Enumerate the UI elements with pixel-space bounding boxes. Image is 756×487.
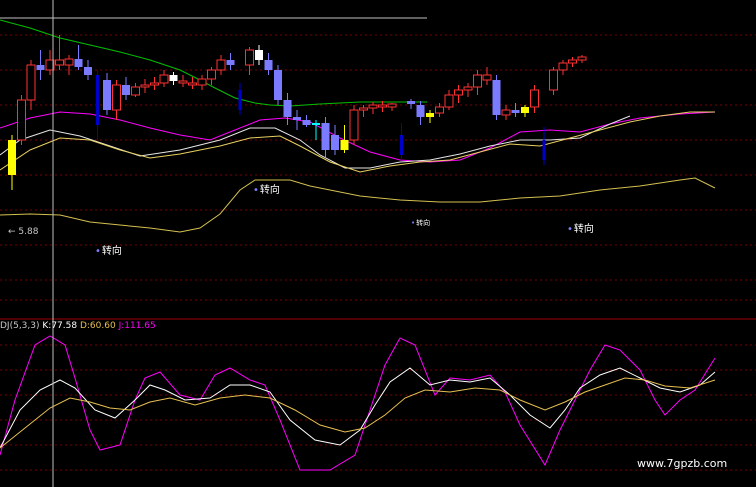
kdj-indicator [0, 335, 716, 471]
candle-body [482, 74, 492, 81]
candle-body [511, 110, 520, 113]
signal-dot-icon: • [567, 224, 573, 235]
candle-body [26, 64, 36, 101]
signal-label: •转向 [95, 246, 122, 257]
candle-body [558, 62, 568, 71]
candle-body [349, 109, 359, 141]
kdj-d-value: D:60.60 [79, 321, 116, 331]
signal-dot-icon: • [95, 246, 101, 257]
watermark: www.7gpzb.com [637, 457, 728, 470]
candle-body [435, 106, 444, 114]
candle-body [36, 65, 45, 70]
kdj-legend: DJ(5,3,3) K:77.58 D:60.60 J:111.65 [0, 321, 156, 331]
candle-body [463, 86, 473, 91]
candle-body [55, 59, 64, 66]
upper-band-line [0, 19, 427, 107]
price-label: ← 5.88 [8, 227, 39, 237]
candle-body [340, 140, 349, 150]
signal-label: •转向 [253, 185, 280, 196]
candle-body [312, 123, 320, 125]
candle-body [64, 58, 74, 66]
candle-body [84, 67, 92, 75]
kdj-d-line [0, 377, 716, 449]
candle-body [264, 60, 273, 70]
candle-body [197, 78, 207, 86]
candle-body [378, 104, 387, 108]
candle-body [542, 140, 546, 160]
candle-body [122, 85, 130, 95]
candle-body [359, 107, 368, 111]
candle-body [400, 135, 403, 155]
candle-body [302, 120, 311, 125]
candle-body [112, 84, 121, 111]
candle-body [283, 100, 292, 117]
kdj-name: DJ(5,3,3) [0, 321, 40, 331]
candle-body [530, 89, 539, 108]
kdj-k-value: K:77.58 [42, 321, 78, 331]
signal-dot-icon: • [253, 185, 259, 196]
candle-body [368, 104, 378, 109]
kdj-k-line [0, 367, 716, 449]
candle-body [131, 86, 140, 96]
candle-body [568, 59, 577, 64]
candle-body [274, 70, 282, 100]
candle-body [150, 82, 159, 86]
candle-body [17, 99, 26, 141]
candle-body [207, 69, 216, 80]
candle-body [140, 84, 150, 88]
lower-band-line [0, 177, 716, 233]
candle-body [416, 105, 425, 117]
candle-body [473, 74, 482, 88]
candle-body [387, 103, 397, 108]
candle-body [159, 74, 169, 84]
candle-body [226, 60, 235, 65]
candle-body [74, 59, 83, 67]
candle-body [321, 123, 330, 150]
candle-body [8, 140, 16, 175]
candle-body [293, 117, 301, 120]
candle-body [96, 75, 99, 125]
candle-body [169, 75, 178, 81]
candle-body [407, 101, 415, 104]
candle-body [521, 107, 529, 113]
candle-body [549, 69, 558, 91]
candle-body [444, 94, 454, 108]
signal-label: •转向 [411, 219, 431, 227]
candle-body [426, 113, 434, 117]
candle-body [188, 82, 197, 86]
candle-body [454, 89, 463, 96]
candle-body [255, 50, 263, 60]
kdj-j-value: J:111.65 [118, 321, 156, 331]
kdj-j-line [0, 335, 716, 471]
candle-body [492, 80, 501, 115]
candle-body [331, 135, 339, 150]
candle-body [103, 80, 111, 110]
candle-body [238, 90, 242, 110]
candle-body [501, 109, 511, 116]
signal-label: •转向 [567, 224, 594, 235]
signal-dot-icon: • [411, 219, 416, 227]
candle-body [245, 49, 254, 66]
candle-body [577, 56, 587, 61]
candle-body [178, 80, 188, 84]
candle-body [216, 59, 226, 71]
candlesticks [8, 35, 587, 190]
